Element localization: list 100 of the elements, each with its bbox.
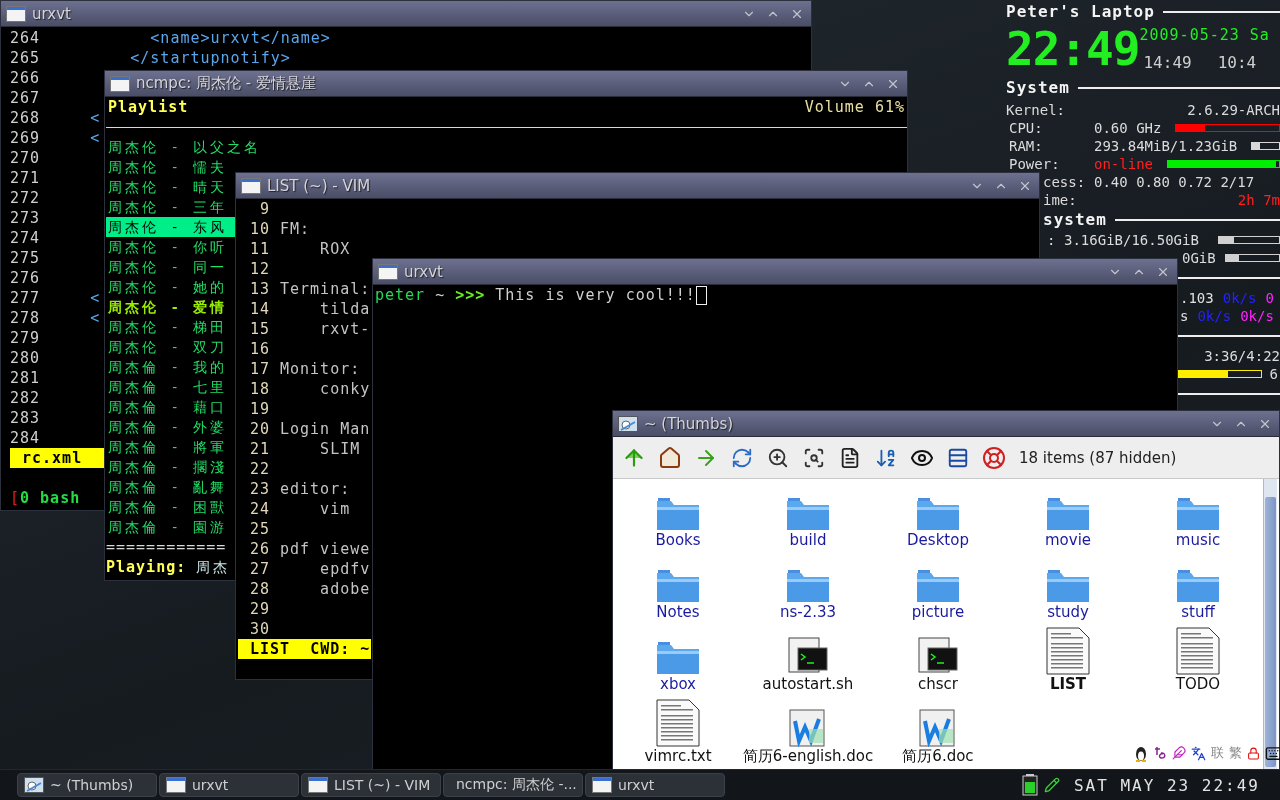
volume-value: 6: [1269, 365, 1278, 383]
prompt-user: peter: [375, 285, 426, 305]
prompt-arrows: >>>: [455, 285, 486, 305]
file-name[interactable]: build: [789, 531, 827, 549]
tray-label: 繁: [1229, 744, 1242, 762]
line-number: 29: [248, 599, 270, 619]
file-name[interactable]: study: [1047, 603, 1089, 621]
playlist-row[interactable]: 周杰伦 - 梯田: [106, 317, 236, 337]
line-number: 274: [10, 228, 40, 248]
file-name[interactable]: Notes: [656, 603, 700, 621]
line-number: 279: [10, 328, 40, 348]
lock-icon: [1247, 746, 1260, 760]
date-text: 2009-05-23 Sa: [1139, 26, 1270, 44]
taskbar-button[interactable]: LIST (~) - VIM: [301, 773, 441, 797]
playlist-row[interactable]: 周杰伦 - 她的: [106, 277, 236, 297]
tray-label: 联: [1211, 744, 1224, 762]
code-line: <: [89, 288, 101, 308]
file-name[interactable]: 简历6-english.doc: [742, 747, 874, 765]
status-bar: rc.xml: [10, 448, 104, 468]
network-value: .103: [1180, 289, 1214, 307]
battery-icon: [1021, 774, 1038, 796]
playlist-row[interactable]: 周杰倫 - 藉口: [106, 397, 236, 417]
penguin-icon: [1134, 744, 1148, 762]
file-name[interactable]: Books: [655, 531, 701, 549]
window-title: urxvt: [404, 262, 443, 281]
stat-label: RAM:: [1009, 138, 1043, 154]
line-number: 13: [248, 279, 270, 299]
playlist-row[interactable]: 周杰倫 - 外婆: [106, 417, 236, 437]
stat-value: 0.40 0.80 0.72 2/17: [1094, 173, 1255, 191]
section-title: System: [1006, 79, 1070, 97]
playlist-row[interactable]: 周杰伦 - 三年: [106, 197, 236, 217]
file-name[interactable]: autostart.sh: [762, 675, 854, 693]
command-text: This is very cool!!!: [495, 285, 696, 305]
stat-label: cess:: [1043, 174, 1086, 190]
stat-value: 0.60 GHz: [1094, 119, 1162, 137]
playlist-row[interactable]: 周杰倫 - 亂舞: [106, 477, 236, 497]
line-number: 24: [248, 499, 270, 519]
playlist-row[interactable]: 周杰伦 - 你听: [106, 237, 236, 257]
file-name[interactable]: movie: [1044, 531, 1092, 549]
playlist-row[interactable]: 周杰伦 - 晴天: [106, 177, 236, 197]
playlist-row[interactable]: 周杰伦 - 以父之名: [106, 137, 262, 157]
playlist-row[interactable]: 周杰倫 - 將軍: [106, 437, 236, 457]
file-name[interactable]: Desktop: [907, 531, 969, 549]
taskbar-button[interactable]: ~ (Thumbs): [17, 773, 157, 797]
code-line: Monitor:: [280, 359, 361, 379]
line-number: 276: [10, 268, 40, 288]
file-name[interactable]: vimrc.txt: [644, 747, 712, 765]
scrollbar[interactable]: [1263, 479, 1277, 769]
scrollbar-thumb[interactable]: [1265, 497, 1276, 767]
playlist-row[interactable]: 周杰伦 - 同一: [106, 257, 236, 277]
taskbar-button[interactable]: ncmpc: 周杰伦 -...: [443, 773, 583, 797]
window-title: ~ (Thumbs): [644, 414, 734, 433]
window-icon: [378, 263, 398, 280]
playlist-row[interactable]: 周杰倫 - 我的: [106, 357, 236, 377]
file-name[interactable]: 简历6.doc: [902, 747, 974, 765]
file-name[interactable]: stuff: [1181, 603, 1215, 621]
refresh-icon: [731, 446, 753, 469]
separator-line: ============: [106, 537, 227, 557]
zoom-in-icon: [767, 446, 789, 469]
line-number: 16: [248, 339, 270, 359]
playlist-row[interactable]: 周杰伦 - 爱情: [106, 297, 236, 317]
playlist-heading: Playlist: [108, 97, 189, 117]
home-icon: [658, 445, 682, 470]
file-name[interactable]: TODO: [1175, 675, 1221, 693]
line-number: 264: [10, 28, 40, 48]
file-name[interactable]: music: [1175, 531, 1221, 549]
tmux-bracket: [: [10, 488, 21, 508]
line-number: 30: [248, 619, 270, 639]
item-count: 18 items (87 hidden): [1019, 448, 1177, 467]
playlist-row[interactable]: 周杰倫 - 困獸: [106, 497, 236, 517]
taskbar-button[interactable]: urxvt: [159, 773, 299, 797]
text-cursor: [695, 285, 707, 305]
playlist-row[interactable]: 周杰伦 - 双刀: [106, 337, 236, 357]
stat-value: 2.6.29-ARCH: [1187, 101, 1280, 119]
stat-value: 0GiB: [1182, 249, 1216, 267]
file-name[interactable]: LIST: [1049, 675, 1087, 693]
stat-value: 3.16GiB/16.50GiB: [1064, 231, 1199, 249]
playlist-row[interactable]: 周杰倫 - 園游: [106, 517, 236, 537]
file-name[interactable]: ns-2.33: [779, 603, 837, 621]
file-name[interactable]: chscr: [918, 675, 958, 693]
input-method-icon: [1153, 746, 1167, 760]
playlist-row[interactable]: 周杰伦 - 东风: [106, 217, 236, 237]
playlist-row[interactable]: 周杰伦 - 懦夫: [106, 157, 236, 177]
line-number: 266: [10, 68, 40, 88]
file-name[interactable]: xbox: [660, 675, 696, 693]
line-number: 11: [248, 239, 270, 259]
line-number: 273: [10, 208, 40, 228]
playlist-row[interactable]: 周杰倫 - 擱淺: [106, 457, 236, 477]
playlist-row[interactable]: 周杰倫 - 七里: [106, 377, 236, 397]
translate-icon: [1191, 745, 1206, 761]
window-title: ncmpc: 周杰伦 - 爱情悬崖: [136, 74, 316, 93]
window-icon: [6, 5, 26, 22]
stat-label: Kernel:: [1006, 102, 1065, 118]
stat-value: 293.84MiB/1.23GiB: [1094, 137, 1238, 155]
word-document-icon: [789, 709, 827, 747]
taskbar-button[interactable]: urxvt: [585, 773, 725, 797]
stat-value: 2h 7m: [1237, 191, 1280, 209]
network-value: 0: [1265, 289, 1274, 307]
prompt-directory: ~: [435, 285, 446, 305]
file-name[interactable]: picture: [911, 603, 965, 621]
